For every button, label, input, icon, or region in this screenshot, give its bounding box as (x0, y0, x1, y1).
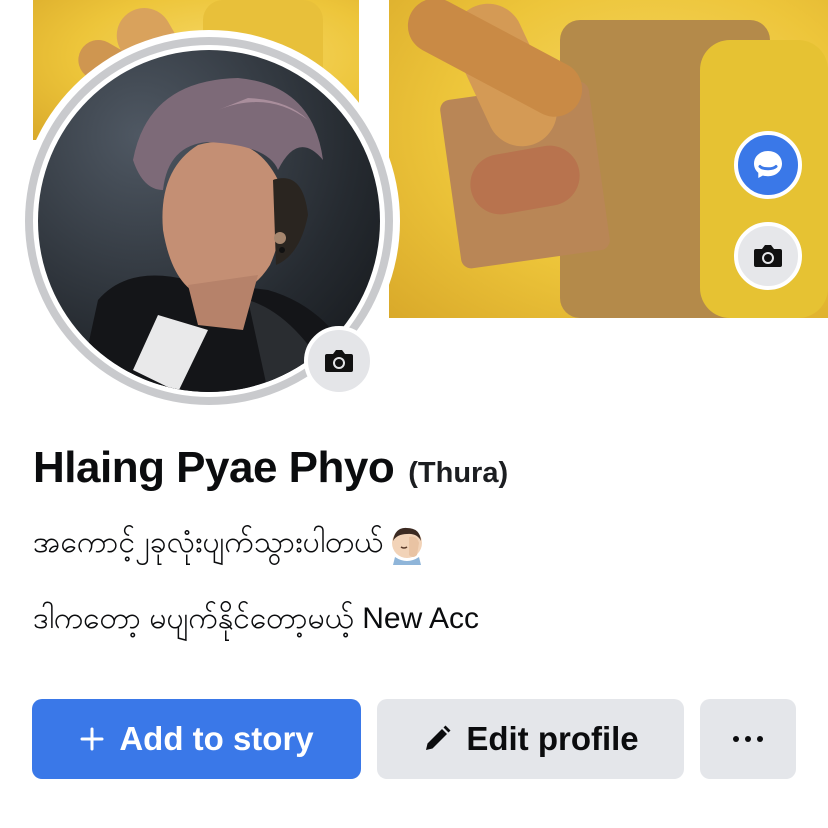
more-options-button[interactable] (700, 699, 796, 779)
profile-name: Hlaing Pyae Phyo (33, 443, 395, 492)
camera-icon (325, 350, 353, 372)
profile-bio-line: အကောင့်၂ခုလုံးပျက်သွားပါတယ် (33, 522, 427, 567)
camera-icon (754, 245, 782, 267)
cover-camera-button[interactable] (734, 222, 802, 290)
edit-profile-label: Edit profile (466, 720, 639, 757)
messenger-icon (754, 151, 782, 178)
profile-name-line: Hlaing Pyae Phyo (Thura) (33, 443, 508, 493)
more-horizontal-icon (733, 736, 763, 742)
profile-alternate-name: (Thura) (408, 457, 509, 489)
profile-bio-line: ဒါကတော့ မပျက်နိုင်တော့မယ့် New Acc (33, 598, 479, 643)
pencil-icon (426, 725, 451, 750)
profile-bio-text: အကောင့်၂ခုလုံးပျက်သွားပါတယ် (33, 526, 384, 559)
edit-profile-button[interactable]: Edit profile (377, 699, 684, 779)
profile-bio-text: ဒါကတော့ မပျက်နိုင်တော့မယ့် New Acc (33, 602, 479, 635)
add-to-story-button[interactable]: Add to story (32, 699, 361, 779)
add-to-story-label: Add to story (119, 720, 314, 757)
profile-picture-camera-button[interactable] (304, 326, 374, 396)
plus-icon (80, 727, 104, 751)
cover-messenger-button[interactable] (734, 131, 802, 199)
face-palm-emoji-icon (392, 527, 423, 565)
